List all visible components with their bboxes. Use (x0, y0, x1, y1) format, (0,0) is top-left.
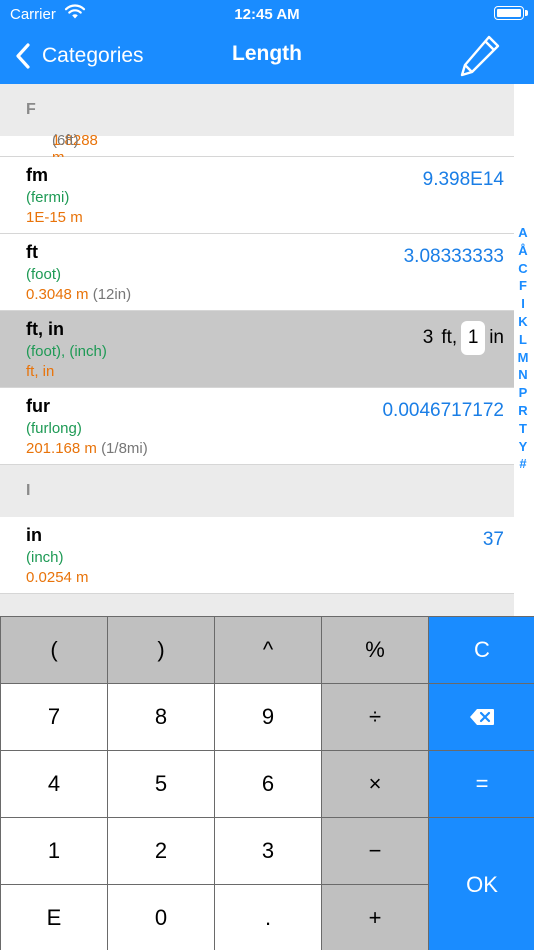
status-bar: Carrier 12:45 AM (0, 0, 534, 28)
conversion-note: (12in) (92, 286, 132, 303)
header: Carrier 12:45 AM Categories Length (0, 0, 534, 84)
unit-abbr: ft (26, 242, 38, 262)
compound-num-1[interactable]: 3 (423, 327, 434, 349)
plus-key[interactable]: + (322, 885, 428, 950)
list-item[interactable]: 1.8288 m (6ft) (0, 132, 514, 166)
digit-9-key[interactable]: 9 (215, 684, 321, 750)
unit-value: 3.08333333 (403, 246, 504, 267)
conversion-value: 0.3048 m (26, 286, 89, 303)
index-letter[interactable]: T (519, 420, 527, 438)
conversion-note: (1/8mi) (101, 440, 148, 457)
compound-unit-2: in (489, 327, 504, 348)
digit-5-key[interactable]: 5 (108, 751, 214, 817)
unit-abbr: ft, in (26, 319, 64, 339)
digit-4-key[interactable]: 4 (1, 751, 107, 817)
index-letter[interactable]: M (518, 349, 529, 367)
decimal-point-key[interactable]: . (215, 885, 321, 950)
section-header-next (0, 594, 514, 616)
unit-conversion: ft, in (26, 363, 55, 380)
list-item-ft-in[interactable]: ft, in (foot), (inch) ft, in 3 ft, 1 in (0, 311, 514, 388)
pencil-icon[interactable] (456, 32, 504, 80)
unit-name: (fermi) (26, 189, 70, 206)
index-letter[interactable]: I (521, 295, 525, 313)
power-key[interactable]: ^ (215, 617, 321, 683)
list-item-fur[interactable]: fur (furlong) 201.168 m (1/8mi) 0.004671… (0, 388, 514, 465)
compound-input-2[interactable]: 1 (461, 321, 486, 355)
equals-key[interactable]: = (429, 751, 534, 817)
minus-key[interactable]: − (322, 818, 428, 884)
status-time: 12:45 AM (234, 6, 300, 23)
section-label: I (26, 482, 31, 499)
unit-value: 37 (482, 529, 504, 550)
unit-conversion: 1E-15 m (26, 209, 83, 226)
index-letter[interactable]: A (518, 224, 527, 242)
battery-icon (494, 6, 528, 20)
screen: Carrier 12:45 AM Categories Length F 1.8… (0, 0, 534, 950)
unit-name: (inch) (26, 549, 64, 566)
compound-value: 3 ft, 1 in (423, 321, 504, 355)
index-letter[interactable]: Y (519, 438, 528, 456)
index-letter[interactable]: # (519, 455, 526, 473)
digit-1-key[interactable]: 1 (1, 818, 107, 884)
backspace-icon (470, 709, 494, 725)
digit-3-key[interactable]: 3 (215, 818, 321, 884)
digit-0-key[interactable]: 0 (108, 885, 214, 950)
index-letter[interactable]: L (519, 331, 527, 349)
list-item-ft[interactable]: ft (foot) 0.3048 m (12in) 3.08333333 (0, 234, 514, 311)
digit-8-key[interactable]: 8 (108, 684, 214, 750)
list-item-in[interactable]: in (inch) 0.0254 m 37 (0, 517, 514, 594)
clear-key[interactable]: C (429, 617, 534, 683)
exponent-key[interactable]: E (1, 885, 107, 950)
unit-abbr: fur (26, 396, 50, 416)
ok-key[interactable]: OK (429, 818, 534, 950)
index-letter[interactable]: K (518, 313, 527, 331)
close-paren-key[interactable]: ) (108, 617, 214, 683)
index-letter[interactable]: C (518, 260, 527, 278)
list-item-fm[interactable]: fm (fermi) 1E-15 m 9.398E14 (0, 157, 514, 234)
page-title: Length (232, 42, 302, 65)
divide-key[interactable]: ÷ (322, 684, 428, 750)
unit-list[interactable]: F 1.8288 m (6ft) fm (fermi) 1E-15 m 9.39… (0, 84, 514, 616)
backspace-key[interactable] (429, 684, 534, 750)
percent-key[interactable]: % (322, 617, 428, 683)
compound-unit-1: ft, (441, 327, 458, 348)
unit-conversion: 201.168 m (1/8mi) (26, 440, 148, 457)
unit-abbr: in (26, 525, 42, 545)
calculator-keypad: ( ) ^ % C 7 8 9 ÷ 4 5 6 × = 1 2 3 − OK E… (0, 616, 534, 950)
index-letter[interactable]: F (519, 277, 527, 295)
unit-name: (furlong) (26, 420, 82, 437)
index-letter[interactable]: N (518, 366, 527, 384)
conversion-note: (6ft) (52, 132, 79, 149)
index-letter[interactable]: P (519, 384, 528, 402)
unit-abbr: fm (26, 165, 48, 185)
index-letter[interactable]: Å (518, 242, 527, 260)
open-paren-key[interactable]: ( (1, 617, 107, 683)
unit-conversion: 0.3048 m (12in) (26, 286, 131, 303)
section-header-f: F (0, 84, 514, 136)
unit-conversion: 0.0254 m (26, 569, 89, 586)
digit-2-key[interactable]: 2 (108, 818, 214, 884)
digit-6-key[interactable]: 6 (215, 751, 321, 817)
section-index[interactable]: A Å C F I K L M N P R T Y # (516, 224, 530, 473)
conversion-value: 201.168 m (26, 440, 97, 457)
index-letter[interactable]: R (518, 402, 527, 420)
unit-name: (foot) (26, 266, 62, 283)
unit-value: 0.0046717172 (382, 400, 504, 421)
multiply-key[interactable]: × (322, 751, 428, 817)
unit-name: (foot), (inch) (26, 343, 107, 360)
digit-7-key[interactable]: 7 (1, 684, 107, 750)
unit-value: 9.398E14 (422, 169, 504, 190)
nav-bar: Categories Length (0, 28, 534, 84)
section-header-i: I (0, 465, 514, 517)
section-label: F (26, 101, 36, 118)
